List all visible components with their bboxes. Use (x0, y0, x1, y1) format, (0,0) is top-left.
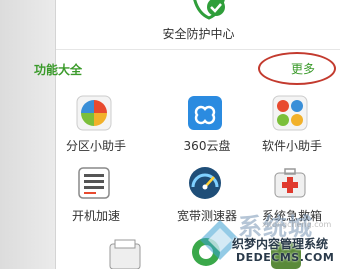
app-grid-icon (272, 95, 308, 131)
tile-360-cloud[interactable]: 360云盘 (167, 95, 247, 155)
boot-icon (78, 167, 110, 199)
tile-label: 开机加速 (71, 209, 120, 223)
printer-icon (109, 239, 141, 269)
security-center[interactable]: 安全防护中心 (56, 0, 340, 50)
highlight-oval (258, 52, 336, 85)
cloud-icon (188, 96, 222, 130)
shield-check-icon (193, 0, 225, 20)
pie-chart-icon (76, 95, 112, 131)
tile-label: 软件小助手 (261, 139, 322, 153)
watermark-small: xitongcheng.com (262, 220, 332, 229)
background-window (0, 0, 55, 269)
watermark-site: 织梦内容管理系统 (232, 237, 329, 251)
tile-label: 分区小助手 (65, 139, 126, 153)
tile-software-assistant[interactable]: 软件小助手 (252, 95, 332, 155)
first-aid-icon (274, 168, 306, 198)
security-center-label: 安全防护中心 (162, 27, 235, 41)
watermark-domain: DEDECMS.COM (236, 251, 335, 264)
tile-partition-assistant[interactable]: 分区小助手 (56, 95, 136, 155)
section-title: 功能大全 (34, 63, 83, 77)
speedometer-icon (189, 167, 221, 199)
tile-label: 360云盘 (183, 139, 231, 153)
tile-boot-speedup[interactable]: 开机加速 (56, 165, 136, 225)
